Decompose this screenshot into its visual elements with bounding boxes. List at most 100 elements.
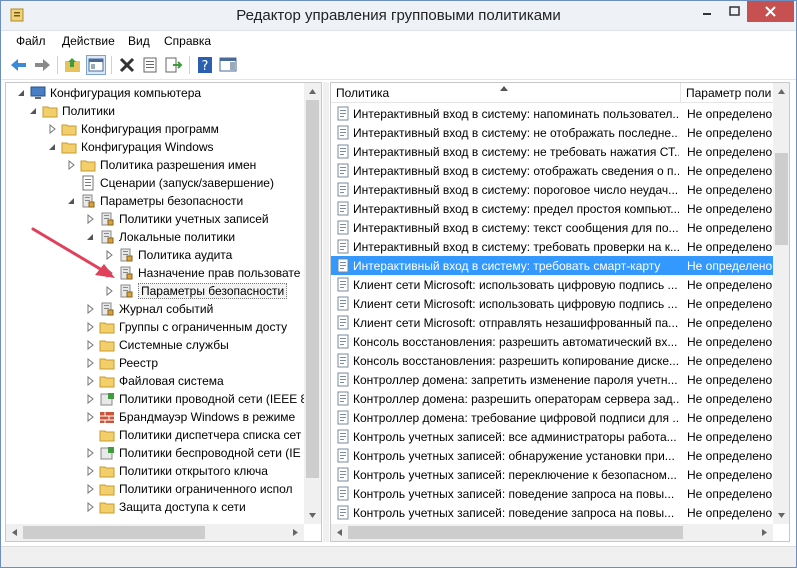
delete-button[interactable] [117, 55, 137, 75]
tree-node[interactable]: Сценарии (запуск/завершение) [6, 174, 304, 192]
tree-horizontal-scrollbar[interactable] [6, 524, 304, 541]
collapsed-arrow-icon[interactable] [85, 501, 95, 513]
show-hide-tree-button[interactable] [86, 55, 106, 75]
collapsed-arrow-icon[interactable] [85, 213, 95, 225]
forward-button[interactable] [32, 55, 52, 75]
minimize-button[interactable] [693, 1, 721, 22]
tree-node[interactable]: Конфигурация Windows [6, 138, 304, 156]
policy-row[interactable]: Контроллер домена: запретить изменение п… [331, 370, 773, 389]
menu-file[interactable]: Файл [16, 34, 46, 48]
tree-node[interactable]: Группы с ограниченным досту [6, 318, 304, 336]
policy-icon [336, 125, 351, 140]
firewall-icon [99, 409, 115, 425]
collapsed-arrow-icon[interactable] [85, 303, 95, 315]
collapsed-arrow-icon[interactable] [85, 483, 95, 495]
tree-node[interactable]: Брандмауэр Windows в режиме [6, 408, 304, 426]
policy-row[interactable]: Интерактивный вход в систему: предел про… [331, 199, 773, 218]
policy-row[interactable]: Клиент сети Microsoft: отправлять незаши… [331, 313, 773, 332]
tree-node[interactable]: Параметры безопасности [6, 192, 304, 210]
tree-node[interactable]: Политики [6, 102, 304, 120]
forward-arrow-icon [35, 59, 50, 71]
tree-hscroll-thumb[interactable] [23, 526, 205, 539]
tree-scroll-thumb[interactable] [306, 100, 319, 478]
policy-row[interactable]: Клиент сети Microsoft: использовать цифр… [331, 275, 773, 294]
policy-list-pane[interactable]: Политика Параметр поли Интерактивный вхо… [330, 82, 790, 542]
policy-row[interactable]: Контроллер домена: разрешить операторам … [331, 389, 773, 408]
expanded-arrow-icon[interactable] [28, 105, 38, 115]
menu-help[interactable]: Справка [164, 34, 211, 48]
tree-node[interactable]: Конфигурация программ [6, 120, 304, 138]
tree-node[interactable]: Параметры безопасности [6, 282, 304, 300]
collapsed-arrow-icon[interactable] [47, 123, 57, 135]
tree-vertical-scrollbar[interactable] [304, 83, 321, 524]
policy-row[interactable]: Контроллер домена: требование цифровой п… [331, 408, 773, 427]
policy-row[interactable]: Клиент сети Microsoft: использовать цифр… [331, 294, 773, 313]
policy-row[interactable]: Консоль восстановления: разрешить копиро… [331, 351, 773, 370]
close-button[interactable] [747, 1, 794, 22]
policy-row[interactable]: Интерактивный вход в систему: не требова… [331, 142, 773, 161]
scroll-down-icon [778, 513, 785, 518]
collapsed-arrow-icon[interactable] [85, 357, 95, 369]
column-header-setting[interactable]: Параметр поли [681, 83, 773, 103]
expanded-arrow-icon[interactable] [16, 87, 26, 97]
tree-node[interactable]: Системные службы [6, 336, 304, 354]
collapsed-arrow-icon[interactable] [85, 393, 95, 405]
menu-action[interactable]: Действие [62, 34, 115, 48]
policy-row[interactable]: Контроль учетных записей: переключение к… [331, 465, 773, 484]
policy-name: Интерактивный вход в систему: требовать … [353, 259, 661, 273]
policy-row[interactable]: Интерактивный вход в систему: пороговое … [331, 180, 773, 199]
tree-node[interactable]: Политики открытого ключа [6, 462, 304, 480]
policy-row[interactable]: Интерактивный вход в систему: текст сооб… [331, 218, 773, 237]
tree-node-label: Сценарии (запуск/завершение) [100, 176, 274, 190]
scroll-left-icon [12, 529, 17, 536]
tree-node-label: Локальные политики [119, 230, 236, 244]
policy-row[interactable]: Интерактивный вход в систему: не отображ… [331, 123, 773, 142]
collapsed-arrow-icon[interactable] [85, 465, 95, 477]
tree-node[interactable]: Конфигурация компьютера [6, 84, 304, 102]
tree-node[interactable]: Политика разрешения имен [6, 156, 304, 174]
tree-node[interactable]: Журнал событий [6, 300, 304, 318]
policy-row[interactable]: Контроль учетных записей: поведение запр… [331, 503, 773, 522]
back-button[interactable] [9, 55, 29, 75]
policy-row[interactable]: Интерактивный вход в систему: требовать … [331, 256, 773, 275]
tree-node[interactable]: Реестр [6, 354, 304, 372]
properties-button[interactable] [140, 55, 160, 75]
policy-row[interactable]: Контроль учетных записей: поведение запр… [331, 484, 773, 503]
tree-node[interactable]: Файловая система [6, 372, 304, 390]
policy-row[interactable]: Интерактивный вход в систему: напоминать… [331, 104, 773, 123]
title-bar[interactable]: Редактор управления групповыми политикам… [1, 1, 796, 31]
policy-row[interactable]: Интерактивный вход в систему: отображать… [331, 161, 773, 180]
collapsed-arrow-icon[interactable] [85, 375, 95, 387]
expanded-arrow-icon[interactable] [66, 195, 76, 205]
export-list-button[interactable] [163, 55, 183, 75]
tree-node[interactable]: Политики диспетчера списка сет [6, 426, 304, 444]
collapsed-arrow-icon[interactable] [85, 447, 95, 459]
show-hide-action-pane-button[interactable] [218, 55, 238, 75]
console-tree-pane[interactable]: Конфигурация компьютера Политики Конфигура… [5, 82, 322, 542]
expanded-arrow-icon[interactable] [47, 141, 57, 151]
tree-node[interactable]: Политики проводной сети (IEEE 8 [6, 390, 307, 408]
policy-row[interactable]: Консоль восстановления: разрешить автома… [331, 332, 773, 351]
maximize-button[interactable] [721, 1, 747, 22]
column-header-policy[interactable]: Политика [331, 83, 681, 103]
policy-row[interactable]: Контроль учетных записей: все администра… [331, 427, 773, 446]
tree-node[interactable]: Защита доступа к сети [6, 498, 304, 516]
list-vertical-scrollbar[interactable] [773, 83, 789, 524]
list-horizontal-scrollbar[interactable] [331, 524, 773, 541]
menu-view[interactable]: Вид [128, 34, 150, 48]
help-button[interactable]: ? [195, 55, 215, 75]
policy-icon [336, 296, 351, 311]
up-level-button[interactable] [63, 55, 83, 75]
tree-node[interactable]: Политики беспроводной сети (IE [6, 444, 304, 462]
collapsed-arrow-icon[interactable] [104, 285, 114, 297]
policy-row[interactable]: Интерактивный вход в систему: требовать … [331, 237, 773, 256]
tree-node[interactable]: Политики ограниченного испол [6, 480, 304, 498]
list-hscroll-thumb[interactable] [348, 526, 683, 539]
collapsed-arrow-icon[interactable] [85, 411, 95, 423]
collapsed-arrow-icon[interactable] [85, 339, 95, 351]
collapsed-arrow-icon[interactable] [66, 159, 76, 171]
policy-row[interactable]: Контроль учетных записей: обнаружение ус… [331, 446, 773, 465]
pane-splitter[interactable] [323, 82, 329, 542]
list-scroll-thumb[interactable] [775, 153, 788, 245]
collapsed-arrow-icon[interactable] [85, 321, 95, 333]
